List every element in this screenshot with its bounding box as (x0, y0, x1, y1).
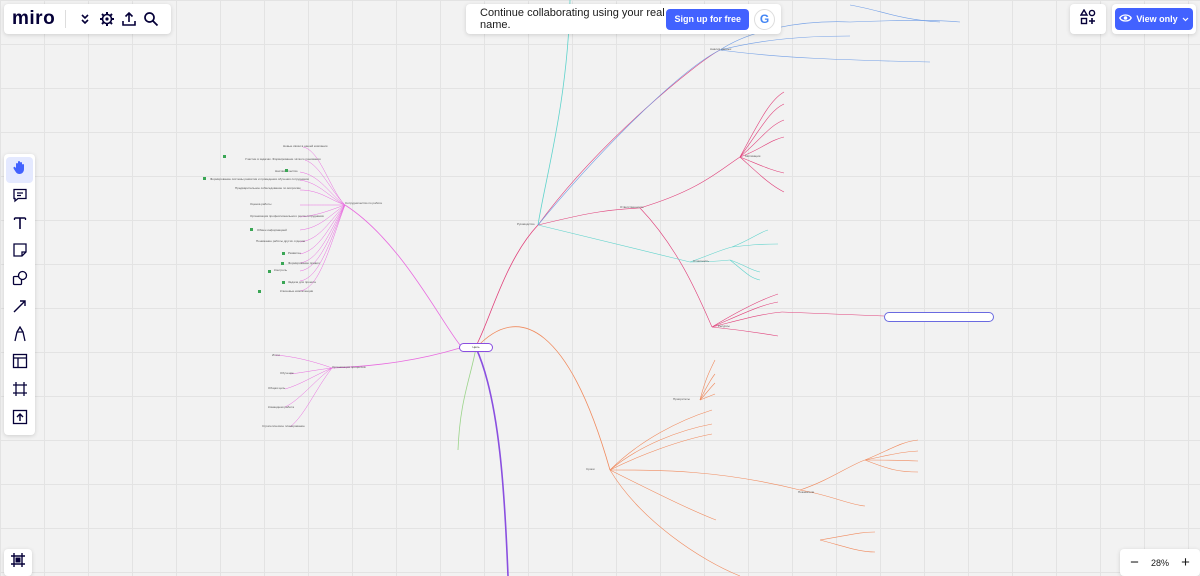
frames-list-icon (10, 552, 26, 573)
frame-icon (12, 381, 28, 402)
text-icon (12, 215, 28, 236)
eye-icon (1119, 13, 1133, 25)
arrow-line-icon (12, 298, 28, 319)
apps-button[interactable] (1070, 4, 1106, 34)
sticky-note-icon (12, 242, 28, 263)
mindmap-canvas[interactable] (0, 0, 1200, 576)
left-toolbar (4, 154, 35, 435)
zoom-level[interactable]: 28% (1151, 558, 1169, 568)
chevron-down-icon (1182, 14, 1189, 24)
hand-icon (12, 159, 28, 180)
templates-icon (12, 353, 28, 374)
pen-tool[interactable] (6, 323, 33, 350)
google-icon: G (759, 12, 770, 26)
templates-tool[interactable] (6, 350, 33, 377)
pen-icon (12, 325, 28, 347)
zoom-controls: − 28% + (1120, 549, 1200, 576)
google-signin-button[interactable]: G (754, 8, 775, 30)
zoom-out-button[interactable]: − (1130, 555, 1139, 570)
comment-tool[interactable] (6, 184, 33, 211)
zoom-in-button[interactable]: + (1181, 555, 1190, 570)
signup-button[interactable]: Sign up for free (666, 8, 749, 30)
connection-line-tool[interactable] (6, 295, 33, 322)
miro-logo[interactable]: miro (12, 8, 55, 30)
signup-banner: Continue collaborating using your real n… (466, 4, 781, 34)
comment-icon (12, 187, 28, 208)
frames-button[interactable] (4, 549, 32, 576)
view-only-label: View only (1136, 14, 1178, 24)
banner-message: Continue collaborating using your real n… (480, 7, 665, 31)
view-only-button[interactable]: View only (1115, 8, 1193, 30)
double-chevron-down-icon[interactable] (76, 8, 95, 30)
upload-icon[interactable] (120, 8, 139, 30)
upload-icon (12, 409, 28, 430)
sticky-note-tool[interactable] (6, 240, 33, 267)
gear-icon[interactable] (98, 8, 117, 30)
text-tool[interactable] (6, 212, 33, 239)
hand-tool[interactable] (6, 156, 33, 184)
view-mode-panel: View only (1112, 4, 1196, 34)
upload-tool[interactable] (6, 406, 33, 433)
shapes-tool[interactable] (6, 267, 33, 294)
apps-plus-icon (1079, 8, 1096, 30)
shapes-icon (12, 270, 28, 291)
search-icon[interactable] (141, 8, 160, 30)
frame-tool[interactable] (6, 378, 33, 405)
divider (65, 10, 67, 28)
main-menu-panel: miro (4, 4, 171, 34)
